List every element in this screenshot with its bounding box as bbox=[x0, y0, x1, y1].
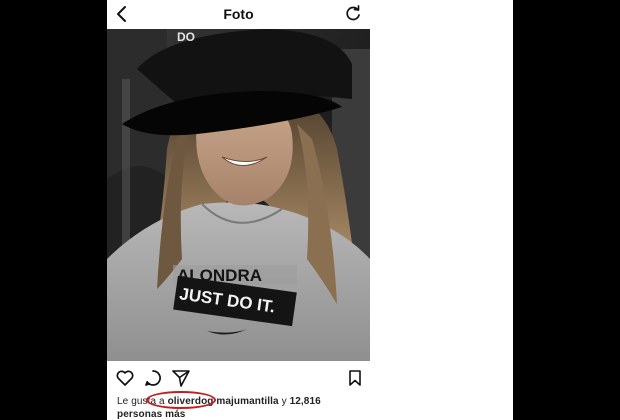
post-photo[interactable]: DO ALONDRA JUST DO IT. bbox=[107, 29, 370, 361]
right-letterbox bbox=[513, 0, 620, 420]
instagram-photo-view: Foto DO ALONDRA JUST DO IT. Le gusta a o… bbox=[107, 0, 513, 420]
like-button[interactable] bbox=[115, 368, 135, 388]
likes-connector: y bbox=[278, 396, 290, 407]
page-title: Foto bbox=[223, 6, 254, 22]
refresh-button[interactable] bbox=[343, 4, 363, 24]
likes-suffix[interactable]: personas más bbox=[117, 409, 185, 420]
liker-username-1[interactable]: oliverdog bbox=[168, 396, 214, 407]
photo-image: DO ALONDRA JUST DO IT. bbox=[107, 29, 370, 361]
likes-prefix: Le gusta a bbox=[117, 396, 168, 407]
likes-summary: Le gusta a oliverdog majumantilla y 12,8… bbox=[117, 395, 367, 420]
post-actions-bar bbox=[107, 366, 370, 390]
comment-button[interactable] bbox=[143, 368, 163, 388]
left-letterbox bbox=[0, 0, 107, 420]
heart-icon bbox=[116, 370, 134, 386]
bookmark-icon bbox=[349, 370, 361, 386]
comment-icon bbox=[145, 370, 161, 386]
share-icon bbox=[172, 370, 190, 387]
save-button[interactable] bbox=[345, 368, 365, 388]
share-button[interactable] bbox=[171, 368, 191, 388]
cap-text: DO bbox=[177, 30, 195, 44]
refresh-icon bbox=[346, 5, 360, 21]
liker-username-2[interactable]: majumantilla bbox=[216, 396, 278, 407]
top-bar: Foto bbox=[107, 0, 370, 28]
likes-count[interactable]: 12,816 bbox=[290, 396, 321, 407]
